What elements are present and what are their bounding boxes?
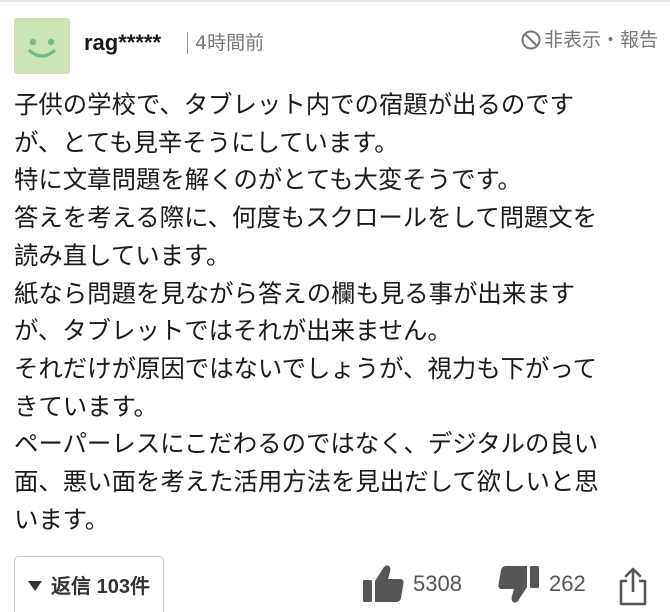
comment-line: います。 [14, 504, 110, 534]
share-icon [619, 567, 647, 606]
reply-label: 返信 103件 [51, 576, 150, 598]
comment-header: rag***** 4時間前 非表示・報告 [14, 18, 660, 76]
thumbs-down-icon [498, 566, 539, 603]
comment-line: それだけが原因ではないでしょうが、視力も下がって [14, 353, 597, 383]
comment-line: が、タブレットではそれが出来ません。 [14, 316, 452, 346]
top-divider [0, 0, 670, 2]
reply-button[interactable]: 返信 103件 [14, 556, 164, 612]
comment-line: きています。 [14, 391, 158, 421]
comment-body: 子供の学校で、タブレット内での宿題が出るのです が、とても見辛そうにしています。… [14, 86, 654, 538]
posted-time: 4時間前 [195, 32, 265, 54]
comment-line: 答えを考える際に、何度もスクロールをして問題文を [14, 203, 598, 233]
meta-separator [187, 32, 188, 54]
comment-line: 紙なら問題を見ながら答えの欄も見る事が出来ます [14, 278, 575, 308]
dislike-button[interactable]: 262 [497, 564, 586, 604]
like-count: 5308 [413, 571, 462, 596]
comment-line: 特に文章問題を解くのがとても大変そうです。 [14, 165, 522, 195]
share-button[interactable] [618, 566, 648, 606]
comment-line: が、とても見辛そうにしています。 [14, 127, 399, 157]
comment-line: 面、悪い面を考えた活用方法を見出だして欲しいと思 [14, 467, 599, 497]
comment-line: 子供の学校で、タブレット内での宿題が出るのです [14, 90, 575, 119]
smiley-face-icon [28, 38, 56, 58]
comment-line: 読み直しています。 [14, 240, 231, 270]
hide-report-label: 非表示・報告 [543, 29, 658, 51]
dislike-count: 262 [549, 571, 586, 596]
username[interactable]: rag***** [84, 30, 161, 56]
comment-line: ペーパーレスにこだわるのではなく、デジタルの良い [14, 429, 599, 459]
hide-report-button[interactable]: 非表示・報告 [520, 28, 658, 52]
like-button[interactable]: 5308 [361, 564, 462, 604]
prohibited-icon [521, 30, 541, 50]
avatar[interactable] [14, 18, 70, 74]
caret-down-icon [28, 580, 43, 591]
thumbs-up-icon [363, 565, 404, 602]
